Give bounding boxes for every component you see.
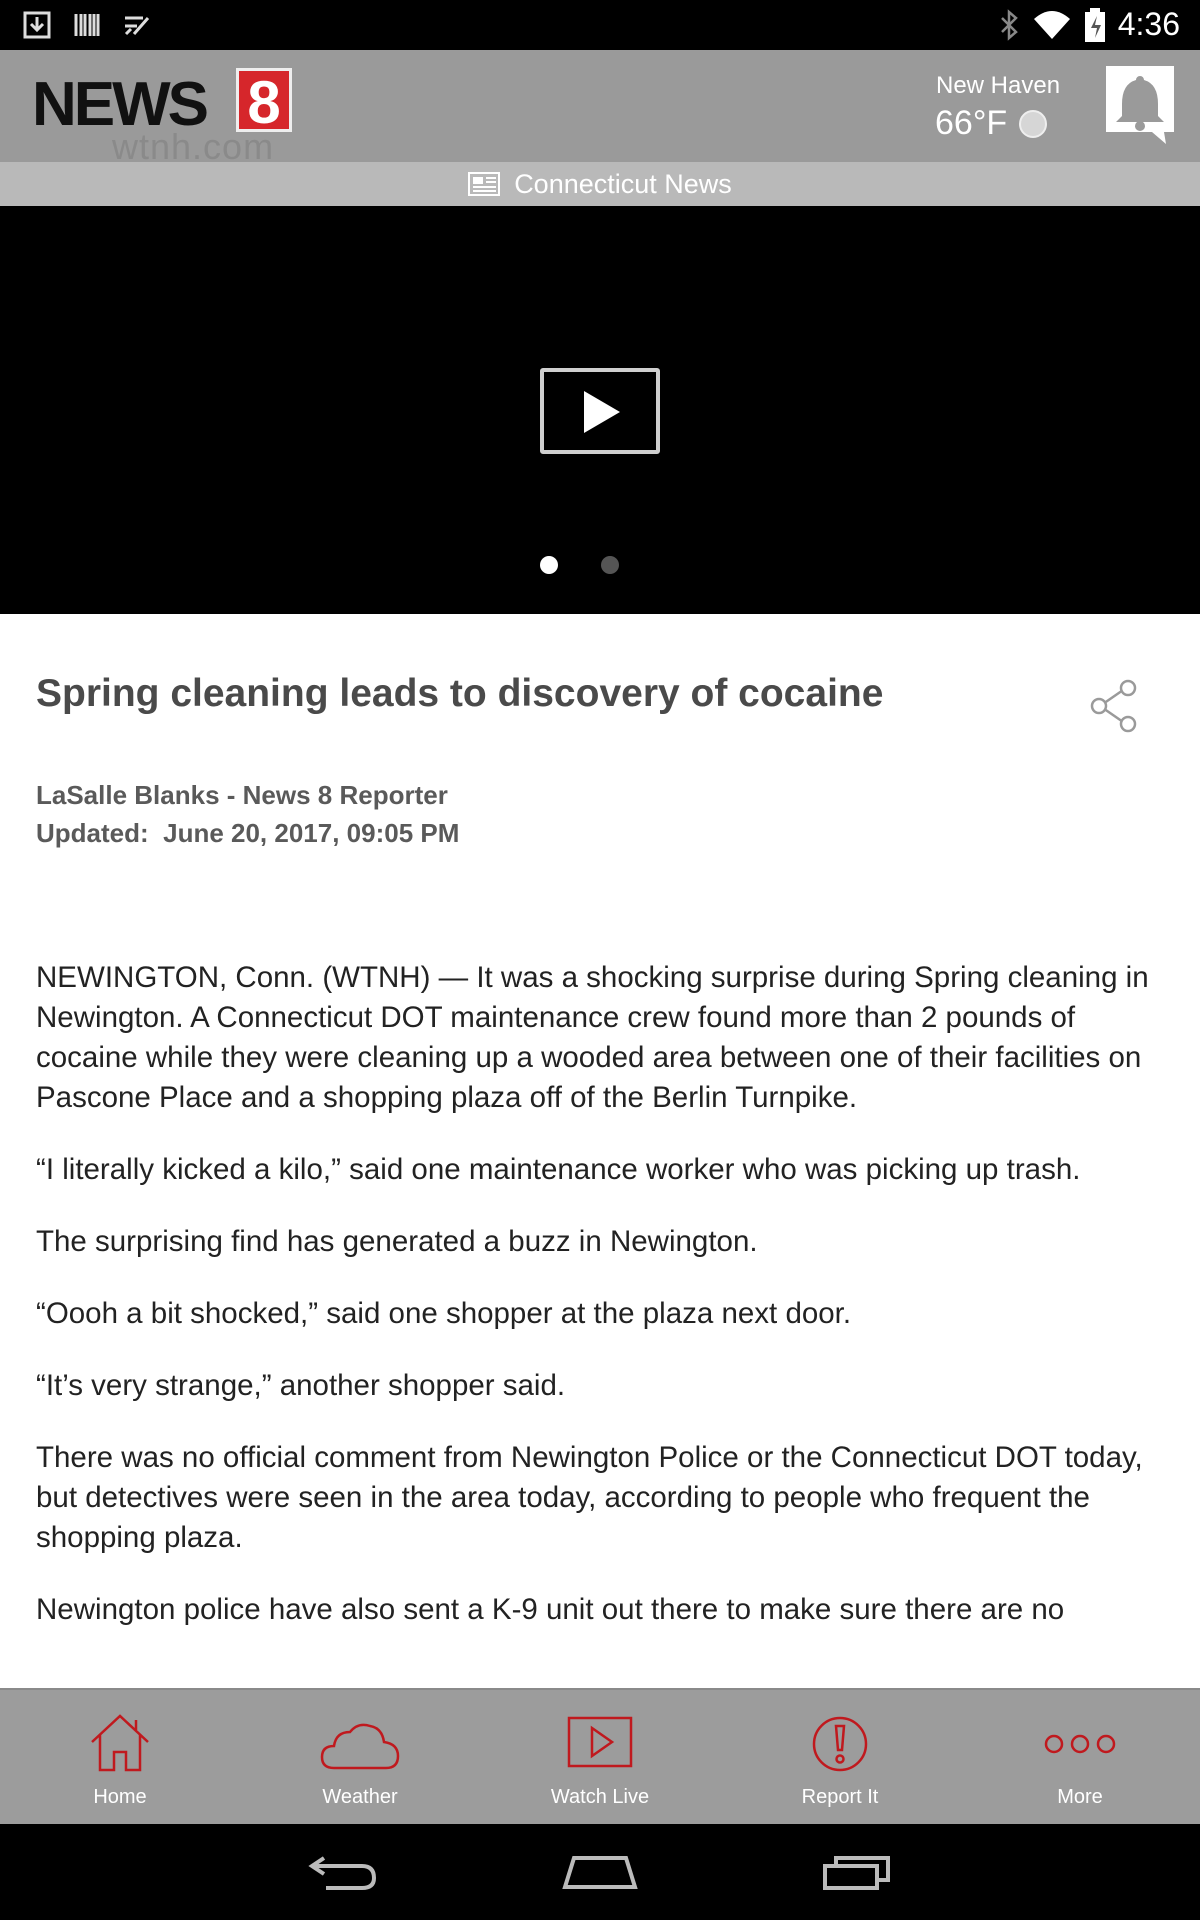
article-paragraph: There was no official comment from Newin… [36, 1441, 1143, 1554]
share-button[interactable] [1088, 678, 1140, 734]
newspaper-icon [468, 172, 501, 196]
back-icon[interactable] [308, 1852, 378, 1892]
carousel-dot-1[interactable] [540, 556, 558, 574]
recents-icon[interactable] [822, 1852, 892, 1892]
home-icon [91, 1714, 149, 1772]
checklist-icon [124, 16, 150, 36]
article-paragraph: Newington police have also sent a K-9 un… [36, 1593, 1065, 1626]
nav-more[interactable]: More [960, 1690, 1200, 1826]
play-button[interactable] [540, 368, 660, 454]
weather-temp-group[interactable]: 66°F [935, 104, 1048, 143]
nav-watch-live[interactable]: Watch Live [480, 1690, 720, 1826]
article-title: Spring cleaning leads to discovery of co… [36, 672, 884, 715]
article-paragraph: The surprising find has generated a buzz… [36, 1225, 758, 1258]
article-updated: Updated: June 20, 2017, 09:05 PM [36, 818, 460, 848]
bell-icon [1106, 66, 1174, 144]
video-player[interactable] [0, 206, 1200, 614]
section-label: Connecticut News [514, 168, 732, 199]
article-byline: LaSalle Blanks - News 8 Reporter Updated… [36, 776, 459, 852]
share-icon [1090, 679, 1137, 733]
article-paragraph: “Oooh a bit shocked,” said one shopper a… [36, 1297, 852, 1330]
logo-number: 8 [236, 68, 292, 135]
article-author: LaSalle Blanks - News 8 Reporter [36, 780, 448, 810]
nav-home[interactable]: Home [0, 1690, 240, 1826]
cloud-icon [320, 1723, 400, 1770]
status-bar: 4:36 [0, 0, 1200, 50]
bluetooth-icon [1000, 8, 1018, 41]
nav-report-it[interactable]: Report It [720, 1690, 960, 1826]
nav-more-label: More [1057, 1786, 1103, 1808]
barcode-icon [74, 14, 100, 36]
article-paragraph: “It’s very strange,” another shopper sai… [36, 1369, 566, 1402]
status-right: 4:36 [998, 6, 1180, 43]
article-paragraph: “I literally kicked a kilo,” said one ma… [36, 1153, 1081, 1186]
more-icon [1044, 1734, 1116, 1754]
notifications-button[interactable] [1106, 66, 1174, 146]
moon-icon [1019, 109, 1048, 138]
section-bar[interactable]: Connecticut News [0, 162, 1200, 206]
app-header: NEWS 8 wtnh.com New Haven 66°F [0, 50, 1200, 167]
system-nav-bar [0, 1824, 1200, 1920]
status-time: 4:36 [1117, 6, 1180, 42]
nav-weather[interactable]: Weather [240, 1690, 480, 1826]
article-paragraph: NEWINGTON, Conn. (WTNH) — It was a shock… [36, 961, 1149, 1114]
carousel-dot-2[interactable] [601, 556, 619, 574]
article-body: NEWINGTON, Conn. (WTNH) — It was a shock… [36, 958, 1166, 1690]
battery-icon [1084, 7, 1105, 42]
nav-home-label: Home [93, 1786, 147, 1808]
news8-logo[interactable]: NEWS 8 wtnh.com [32, 66, 302, 167]
status-left-icons [22, 10, 152, 40]
wifi-icon [1033, 10, 1070, 39]
alert-icon [812, 1716, 868, 1772]
weather-temp: 66°F [935, 104, 1008, 142]
weather-location[interactable]: New Haven [936, 72, 1060, 100]
nav-weather-label: Weather [322, 1786, 398, 1808]
play-icon [584, 391, 620, 433]
download-icon [23, 11, 51, 39]
nav-report-it-label: Report It [801, 1786, 879, 1808]
play-icon [567, 1716, 633, 1768]
nav-watch-live-label: Watch Live [550, 1786, 650, 1808]
home-nav-icon[interactable] [562, 1854, 638, 1890]
bottom-nav: Home Weather Watch Live Report It More [0, 1688, 1200, 1826]
